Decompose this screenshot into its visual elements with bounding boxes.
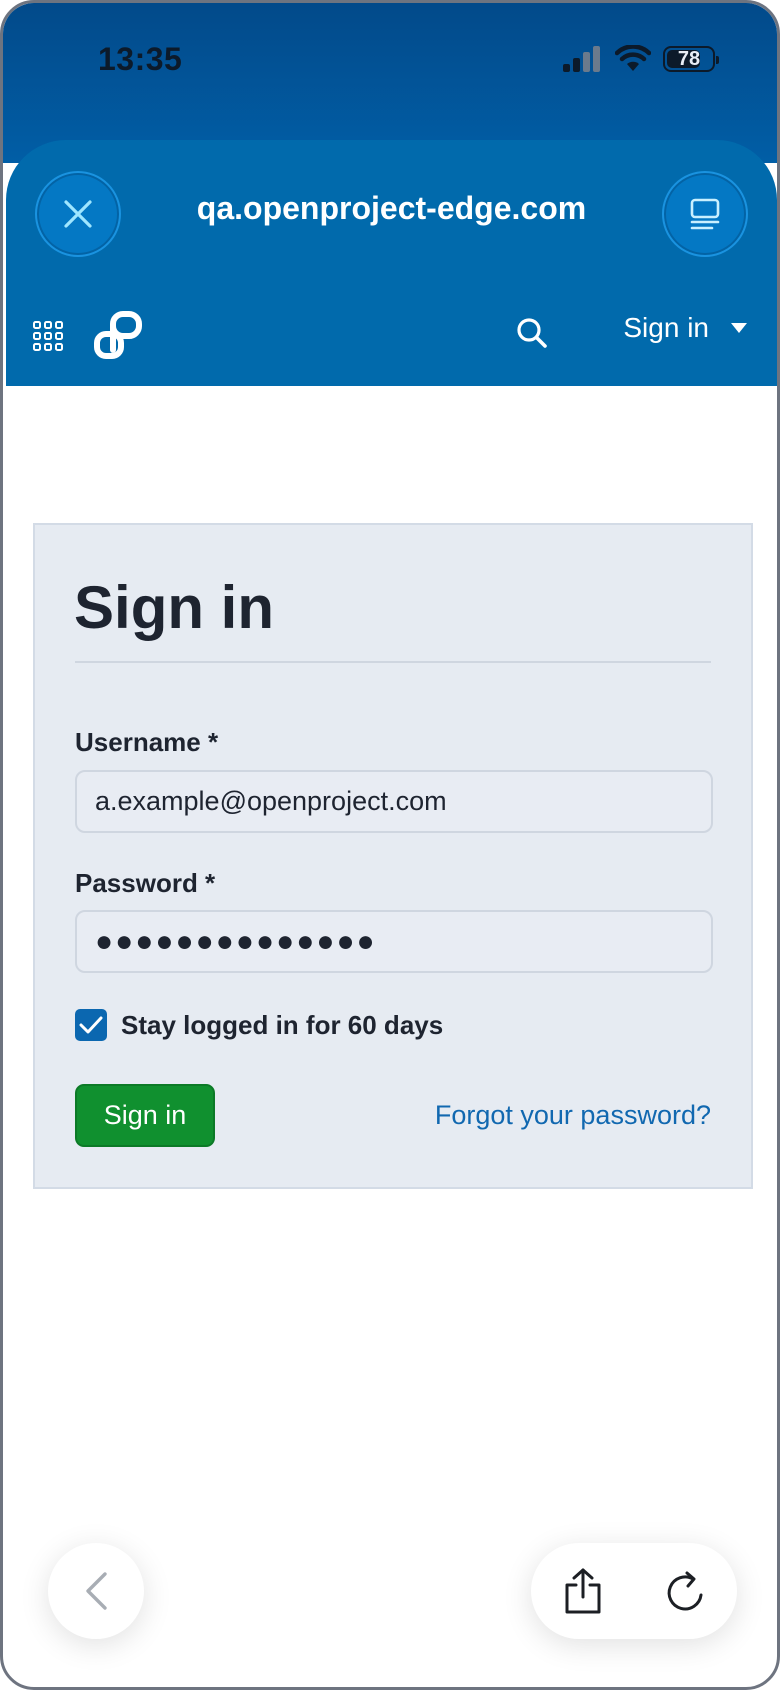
openproject-logo-icon[interactable] (93, 310, 145, 362)
remember-me-label: Stay logged in for 60 days (121, 1009, 444, 1040)
share-icon[interactable] (561, 1567, 605, 1615)
signal-icon (563, 46, 600, 72)
back-button[interactable] (48, 1543, 144, 1639)
back-arrow-icon (86, 1572, 107, 1610)
checkmark-icon (79, 1016, 103, 1034)
signin-menu-label: Sign in (623, 312, 709, 343)
browser-header: qa.openproject-edge.com (6, 140, 777, 290)
signin-button[interactable]: Sign in (75, 1084, 215, 1147)
app-navbar: Sign in (6, 290, 777, 386)
remember-me-row[interactable]: Stay logged in for 60 days (75, 1009, 443, 1041)
username-input[interactable]: a.example@openproject.com (75, 770, 713, 833)
phone-screen: 13:35 78 qa.openproject-edge.com Sign in… (0, 0, 780, 1690)
title-divider (75, 661, 711, 663)
remember-me-checkbox[interactable] (75, 1009, 107, 1041)
page-title: Sign in (74, 574, 274, 641)
wifi-icon (615, 45, 651, 71)
app-grid-icon[interactable] (32, 320, 64, 352)
forgot-password-link[interactable]: Forgot your password? (435, 1100, 711, 1131)
search-icon[interactable] (515, 316, 549, 350)
reader-mode-icon (690, 198, 720, 230)
password-value: ●●●●●●●●●●●●●● (95, 924, 377, 958)
username-value: a.example@openproject.com (95, 786, 447, 816)
password-label: Password * (75, 868, 216, 898)
battery-icon: 78 (663, 46, 719, 72)
reader-mode-button[interactable] (662, 171, 748, 257)
battery-level: 78 (677, 47, 701, 70)
status-bar: 13:35 78 (3, 3, 777, 163)
reload-icon[interactable] (663, 1567, 707, 1615)
caret-down-icon (731, 323, 747, 333)
password-input[interactable]: ●●●●●●●●●●●●●● (75, 910, 713, 973)
status-time: 13:35 (98, 41, 183, 77)
username-label: Username * (75, 727, 219, 757)
login-card: Sign in Username * a.example@openproject… (33, 523, 753, 1189)
browser-actions (531, 1543, 737, 1639)
status-icons: 78 (563, 45, 719, 73)
signin-menu[interactable]: Sign in (623, 312, 747, 344)
